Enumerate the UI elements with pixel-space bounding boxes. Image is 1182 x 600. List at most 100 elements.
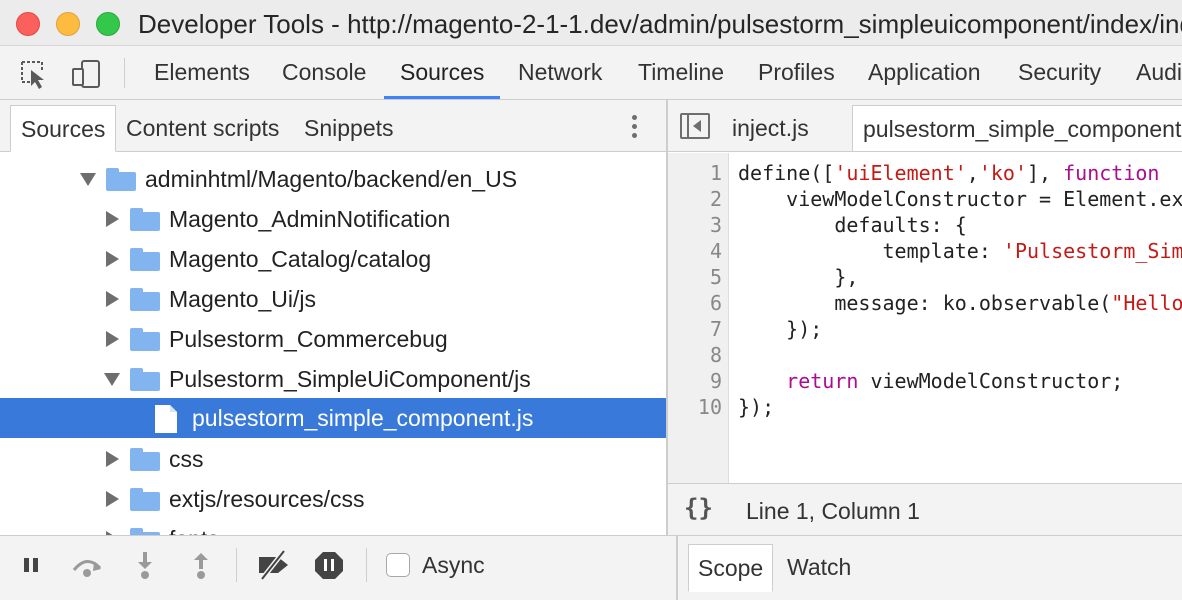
folder-icon xyxy=(130,288,160,311)
toolbar-divider xyxy=(366,548,367,582)
tab-watch[interactable]: Watch xyxy=(778,544,860,592)
tree-item[interactable]: Magento_Catalog/catalog xyxy=(0,239,666,279)
pause-on-exceptions-icon[interactable] xyxy=(312,550,346,580)
chevron-down-icon[interactable] xyxy=(80,173,96,186)
sidebar-pane-tabs: Scope Watch xyxy=(676,535,1182,600)
toolbar-divider xyxy=(236,548,237,582)
code-line: define(['uiElement','ko'], function xyxy=(738,161,1159,185)
tree-item-label: extjs/resources/css xyxy=(169,486,365,512)
editor-tab-inject-js[interactable]: inject.js xyxy=(722,105,819,151)
line-number[interactable]: 9 xyxy=(668,369,722,393)
tab-application[interactable]: Application xyxy=(868,46,981,99)
chevron-right-icon[interactable] xyxy=(106,491,119,507)
tree-item-label: pulsestorm_simple_component.js xyxy=(192,405,534,431)
code-line: }); xyxy=(738,317,823,341)
code-line: return viewModelConstructor; xyxy=(738,369,1123,393)
async-checkbox[interactable] xyxy=(386,553,410,577)
file-tree: adminhtml/Magento/backend/en_US Magento_… xyxy=(0,153,666,535)
folder-icon xyxy=(130,328,160,351)
folder-icon xyxy=(106,168,136,191)
tab-audits[interactable]: Audits xyxy=(1136,46,1182,99)
chevron-right-icon[interactable] xyxy=(106,251,119,267)
tree-item-label: Magento_AdminNotification xyxy=(169,206,451,232)
tree-item[interactable]: adminhtml/Magento/backend/en_US xyxy=(0,159,666,199)
line-number[interactable]: 2 xyxy=(668,187,722,211)
tree-item-label: fonts xyxy=(169,526,219,535)
code-string: "Hello Knockout.js!" xyxy=(1111,291,1182,315)
pretty-print-icon[interactable]: {} xyxy=(684,494,713,522)
code-line: }); xyxy=(738,395,775,419)
tree-item[interactable]: Pulsestorm_SimpleUiComponent/js xyxy=(0,359,666,399)
code-token: viewModelConstructor; xyxy=(858,369,1124,393)
step-into-icon[interactable] xyxy=(128,550,162,580)
tree-item-label: adminhtml/Magento/backend/en_US xyxy=(145,166,518,192)
tab-sources[interactable]: Sources xyxy=(384,46,501,99)
tab-elements[interactable]: Elements xyxy=(154,46,250,99)
cursor-position: Line 1, Column 1 xyxy=(746,498,920,524)
code-token: message: ko.observable( xyxy=(738,291,1112,315)
zoom-window-button[interactable] xyxy=(96,12,120,36)
line-number-gutter[interactable]: 1 2 3 4 5 6 7 8 9 10 xyxy=(668,153,729,483)
folder-icon xyxy=(130,488,160,511)
navigator-tabs: Sources Content scripts Snippets xyxy=(0,100,666,152)
code-line: }, xyxy=(738,265,859,289)
line-number[interactable]: 4 xyxy=(668,239,722,263)
tree-item[interactable]: Magento_AdminNotification xyxy=(0,199,666,239)
folder-icon xyxy=(130,208,160,231)
chevron-right-icon[interactable] xyxy=(106,451,119,467)
pause-icon[interactable] xyxy=(16,550,50,580)
line-number[interactable]: 8 xyxy=(668,343,722,367)
tab-scope[interactable]: Scope xyxy=(688,544,774,592)
code-string: 'uiElement' xyxy=(834,161,967,185)
step-out-icon[interactable] xyxy=(184,550,218,580)
code-token: template: xyxy=(738,239,1003,263)
editor-status-bar: {} Line 1, Column 1 xyxy=(668,483,1182,535)
folder-icon xyxy=(130,448,160,471)
tab-snippets[interactable]: Snippets xyxy=(294,105,404,152)
code-line: defaults: { xyxy=(738,213,967,237)
more-options-icon[interactable] xyxy=(624,112,644,142)
editor-tab-component-js[interactable]: pulsestorm_simple_component.js xyxy=(852,105,1182,151)
chevron-down-icon[interactable] xyxy=(104,373,120,386)
code-editor[interactable]: 1 2 3 4 5 6 7 8 9 10 define(['uiElement'… xyxy=(668,153,1182,483)
tree-item[interactable]: css xyxy=(0,439,666,479)
deactivate-breakpoints-icon[interactable] xyxy=(256,549,290,581)
code-keyword: function xyxy=(1063,161,1160,185)
tree-item[interactable]: fonts xyxy=(0,519,666,535)
tree-item-label: Magento_Catalog/catalog xyxy=(169,246,432,272)
step-over-icon[interactable] xyxy=(70,550,104,580)
folder-icon xyxy=(130,528,160,535)
tree-item[interactable]: extjs/resources/css xyxy=(0,479,666,519)
tab-navigator-sources[interactable]: Sources xyxy=(10,105,117,152)
toolbar-divider xyxy=(124,58,125,88)
tab-console[interactable]: Console xyxy=(282,46,366,99)
main-toolbar: Elements Console Sources Network Timelin… xyxy=(0,46,1182,100)
debugger-toolbar: Async xyxy=(0,535,676,600)
close-window-button[interactable] xyxy=(16,12,40,36)
line-number[interactable]: 5 xyxy=(668,265,722,289)
window-title: Developer Tools - http://magento-2-1-1.d… xyxy=(138,9,1182,39)
line-number[interactable]: 7 xyxy=(668,317,722,341)
chevron-right-icon[interactable] xyxy=(106,291,119,307)
inspect-element-icon[interactable] xyxy=(18,58,50,90)
chevron-right-icon[interactable] xyxy=(106,211,119,227)
tab-content-scripts[interactable]: Content scripts xyxy=(116,105,289,152)
device-mode-icon[interactable] xyxy=(70,58,102,90)
chevron-right-icon[interactable] xyxy=(106,331,119,347)
tab-security[interactable]: Security xyxy=(1018,46,1101,99)
tab-network[interactable]: Network xyxy=(518,46,602,99)
tab-timeline[interactable]: Timeline xyxy=(638,46,724,99)
line-number[interactable]: 6 xyxy=(668,291,722,315)
line-number[interactable]: 1 xyxy=(668,161,722,185)
toggle-navigator-icon[interactable] xyxy=(680,113,710,139)
tree-item-selected-file[interactable]: pulsestorm_simple_component.js xyxy=(0,398,666,438)
line-number[interactable]: 10 xyxy=(668,395,722,419)
tab-profiles[interactable]: Profiles xyxy=(758,46,835,99)
tree-item[interactable]: Pulsestorm_Commercebug xyxy=(0,319,666,359)
tree-item-label: Pulsestorm_SimpleUiComponent/js xyxy=(169,366,531,392)
folder-icon xyxy=(130,248,160,271)
line-number[interactable]: 3 xyxy=(668,213,722,237)
code-string: 'ko' xyxy=(978,161,1027,185)
minimize-window-button[interactable] xyxy=(56,12,80,36)
tree-item[interactable]: Magento_Ui/js xyxy=(0,279,666,319)
